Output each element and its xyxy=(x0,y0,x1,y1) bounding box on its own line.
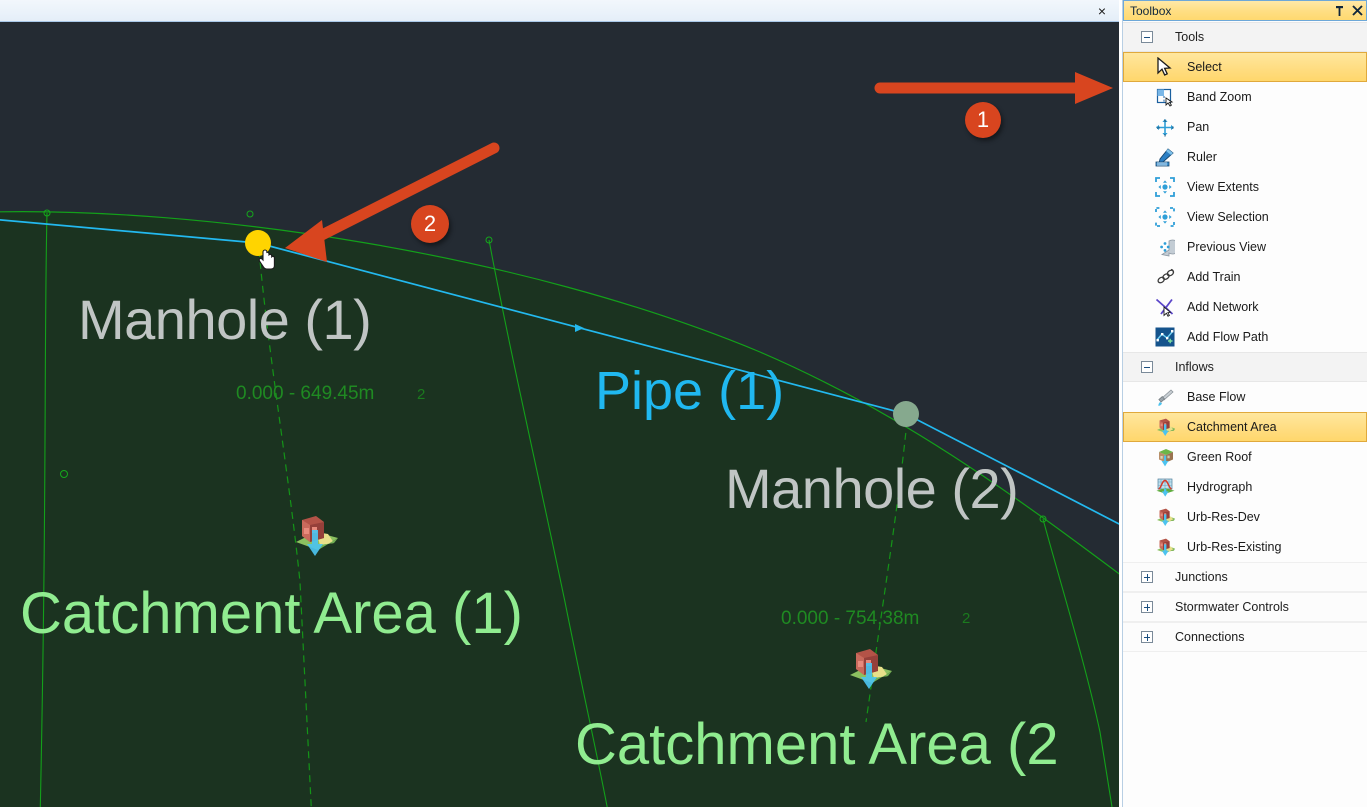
add-train-icon xyxy=(1154,266,1176,288)
close-icon[interactable]: × xyxy=(1089,1,1115,21)
inflow-item-urb-res-existing[interactable]: Urb-Res-Existing xyxy=(1123,532,1367,562)
pan-icon: N S W E xyxy=(1154,116,1176,138)
toolbox-group-junctions[interactable]: Junctions xyxy=(1123,562,1367,592)
map-canvas[interactable]: Manhole (1) Pipe (1) Manhole (2) Catchme… xyxy=(0,22,1119,807)
svg-text:W: W xyxy=(1157,126,1161,130)
collapse-icon[interactable] xyxy=(1141,31,1153,43)
annotation-badge-2: 2 xyxy=(411,205,449,243)
inflow-item-green-roof[interactable]: Green Roof xyxy=(1123,442,1367,472)
inflow-item-urb-res-dev[interactable]: Urb-Res-Dev xyxy=(1123,502,1367,532)
svg-text:E: E xyxy=(1172,126,1175,130)
tool-item-previous-view[interactable]: Previous View xyxy=(1123,232,1367,262)
group-label: Connections xyxy=(1175,630,1245,644)
pin-icon[interactable] xyxy=(1330,1,1348,20)
tool-item-add-network[interactable]: Add Network xyxy=(1123,292,1367,322)
application-window: × Manhole (1) Pipe (1) Manhole (2) Catch… xyxy=(0,0,1367,807)
tool-label: Add Train xyxy=(1187,270,1241,284)
toolbox-group-stormwater-controls[interactable]: Stormwater Controls xyxy=(1123,592,1367,622)
tool-item-view-extents[interactable]: View Extents xyxy=(1123,172,1367,202)
band-zoom-icon xyxy=(1154,86,1176,108)
svg-text:N: N xyxy=(1164,119,1167,123)
add-network-icon xyxy=(1154,296,1176,318)
tool-item-view-selection[interactable]: View Selection xyxy=(1123,202,1367,232)
inflow-label: Green Roof xyxy=(1187,450,1252,464)
tool-label: Previous View xyxy=(1187,240,1266,254)
tool-label: Band Zoom xyxy=(1187,90,1252,104)
inflow-label: Urb-Res-Existing xyxy=(1187,540,1282,554)
group-label: Tools xyxy=(1175,30,1205,44)
urb-res-dev-icon xyxy=(1154,506,1176,528)
group-label: Stormwater Controls xyxy=(1175,600,1289,614)
inflow-item-hydrograph[interactable]: Hydrograph xyxy=(1123,472,1367,502)
tool-item-add-flow-path[interactable]: Add Flow Path xyxy=(1123,322,1367,352)
tool-item-add-train[interactable]: Add Train xyxy=(1123,262,1367,292)
map-nodes[interactable] xyxy=(0,22,1119,807)
view-extents-icon xyxy=(1154,176,1176,198)
group-label: Inflows xyxy=(1175,360,1214,374)
document-titlebar: × xyxy=(0,0,1119,22)
tool-item-select[interactable]: Select xyxy=(1123,52,1367,82)
tool-label: Ruler xyxy=(1187,150,1217,164)
expand-icon[interactable] xyxy=(1141,601,1153,613)
view-selection-icon xyxy=(1154,206,1176,228)
map-document-window: × Manhole (1) Pipe (1) Manhole (2) Catch… xyxy=(0,0,1119,807)
toolbox-group-tools[interactable]: Tools xyxy=(1123,22,1367,52)
select-arrow-icon xyxy=(1154,56,1176,78)
expand-icon[interactable] xyxy=(1141,631,1153,643)
hydrograph-icon xyxy=(1154,476,1176,498)
ruler-icon xyxy=(1154,146,1176,168)
toolbox-header: Toolbox xyxy=(1123,0,1367,21)
toolbox-content: Tools Select Band Zoom N S W E Pan Ruler… xyxy=(1123,22,1367,807)
close-icon[interactable] xyxy=(1348,1,1366,20)
collapse-icon[interactable] xyxy=(1141,361,1153,373)
toolbox-group-inflows[interactable]: Inflows xyxy=(1123,352,1367,382)
tool-item-pan[interactable]: N S W E Pan xyxy=(1123,112,1367,142)
tool-label: View Selection xyxy=(1187,210,1269,224)
tool-label: Add Network xyxy=(1187,300,1259,314)
inflow-item-catchment-area[interactable]: Catchment Area xyxy=(1123,412,1367,442)
inflow-label: Urb-Res-Dev xyxy=(1187,510,1260,524)
tool-label: Add Flow Path xyxy=(1187,330,1269,344)
catchment-area-icon xyxy=(1154,416,1176,438)
tool-label: Pan xyxy=(1187,120,1210,134)
inflow-item-base-flow[interactable]: Base Flow xyxy=(1123,382,1367,412)
tool-label: View Extents xyxy=(1187,180,1260,194)
previous-view-icon xyxy=(1154,236,1176,258)
inflow-label: Catchment Area xyxy=(1187,420,1277,434)
toolbox-panel: Toolbox Tools Select Band Zoom N S W E P… xyxy=(1122,0,1367,807)
inflow-label: Hydrograph xyxy=(1187,480,1253,494)
toolbox-title: Toolbox xyxy=(1130,3,1172,18)
tool-item-ruler[interactable]: Ruler xyxy=(1123,142,1367,172)
green-roof-icon xyxy=(1154,446,1176,468)
manhole-1-node[interactable] xyxy=(245,230,271,256)
tool-label: Select xyxy=(1187,60,1222,74)
urb-res-existing-icon xyxy=(1154,536,1176,558)
annotation-badge-1: 1 xyxy=(965,102,1001,138)
expand-icon[interactable] xyxy=(1141,571,1153,583)
group-label: Junctions xyxy=(1175,570,1228,584)
manhole-2-node[interactable] xyxy=(893,401,919,427)
add-flow-path-icon xyxy=(1154,326,1176,348)
tool-item-band-zoom[interactable]: Band Zoom xyxy=(1123,82,1367,112)
base-flow-icon xyxy=(1154,386,1176,408)
toolbox-group-connections[interactable]: Connections xyxy=(1123,622,1367,652)
inflow-label: Base Flow xyxy=(1187,390,1246,404)
